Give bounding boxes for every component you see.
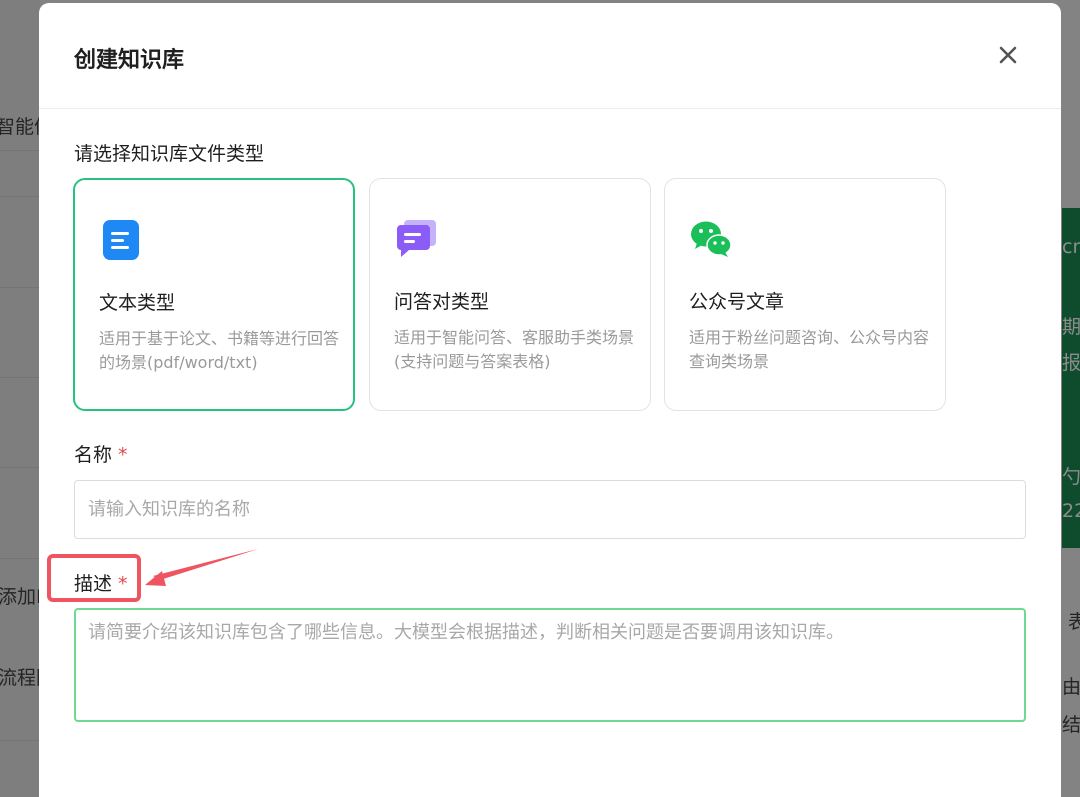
type-card-qa[interactable]: 问答对类型 适用于智能问答、客服助手类场景(支持问题与答案表格) — [369, 178, 651, 411]
type-card-title: 文本类型 — [99, 292, 176, 314]
type-card-title: 公众号文章 — [689, 291, 785, 313]
close-button[interactable] — [992, 39, 1024, 71]
type-card-title: 问答对类型 — [394, 291, 490, 313]
name-label-text: 名称 — [74, 444, 113, 466]
description-input[interactable] — [74, 608, 1026, 722]
dialog-header: 创建知识库 — [39, 3, 1061, 109]
document-icon — [103, 220, 139, 260]
type-card-text[interactable]: 文本类型 适用于基于论文、书籍等进行回答的场景(pdf/word/txt) — [73, 178, 355, 411]
type-card-description: 适用于智能问答、客服助手类场景(支持问题与答案表格) — [394, 328, 635, 371]
type-card-description: 适用于基于论文、书籍等进行回答的场景(pdf/word/txt) — [99, 329, 340, 372]
type-card-wechat[interactable]: 公众号文章 适用于粉丝问题咨询、公众号内容查询类场景 — [664, 178, 946, 411]
close-icon — [999, 46, 1017, 64]
wechat-icon — [691, 221, 732, 257]
required-mark: * — [118, 444, 128, 466]
name-label: 名称 * — [74, 440, 128, 467]
type-section-label: 请选择知识库文件类型 — [74, 143, 265, 165]
create-knowledge-base-dialog: 创建知识库 请选择知识库文件类型 文本类型 适用于基于论文、书籍等进行回答的场景… — [39, 3, 1061, 797]
name-input[interactable] — [74, 480, 1026, 539]
annotation-highlight-box — [47, 554, 141, 602]
chat-bubbles-icon — [397, 220, 436, 257]
type-card-description: 适用于粉丝问题咨询、公众号内容查询类场景 — [689, 328, 930, 371]
dialog-title: 创建知识库 — [74, 48, 185, 73]
